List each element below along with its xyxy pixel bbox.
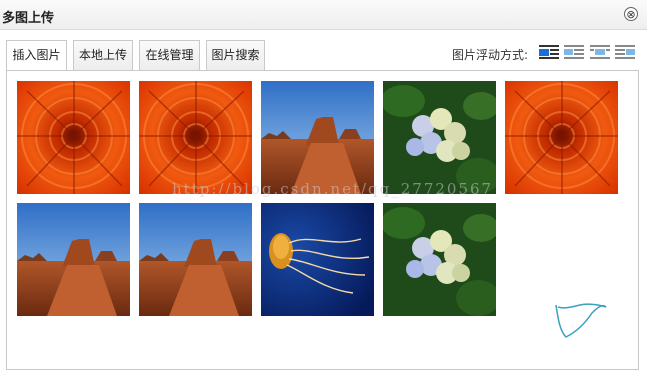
image-thumbnail[interactable] [17, 203, 130, 316]
desert-image [261, 81, 374, 194]
jellyfish-image [261, 203, 374, 316]
tab-insert-image[interactable]: 插入图片 [6, 40, 67, 71]
image-thumbnail[interactable] [383, 203, 496, 316]
align-right-icon[interactable] [615, 44, 635, 60]
multi-image-upload-dialog: 多图上传 ⊗ 插入图片 本地上传 在线管理 图片搜索 图片浮动方式: http:… [0, 0, 647, 370]
chrysanthemum-image [17, 81, 130, 194]
image-thumbnail[interactable] [505, 81, 618, 194]
hydrangeas-image [383, 81, 496, 194]
image-thumbnail[interactable] [139, 203, 252, 316]
chrysanthemum-image [505, 81, 618, 194]
desert-image [139, 203, 252, 316]
image-thumbnail[interactable] [261, 203, 374, 316]
tab-image-search[interactable]: 图片搜索 [206, 40, 265, 70]
image-thumbnail[interactable] [139, 81, 252, 194]
dialog-title: 多图上传 [2, 11, 55, 26]
align-left-icon[interactable] [564, 44, 584, 60]
scribble-mark [555, 303, 607, 338]
hydrangeas-image [383, 203, 496, 316]
tab-online-manage[interactable]: 在线管理 [139, 40, 200, 70]
float-mode-label: 图片浮动方式: [452, 48, 529, 62]
align-center-icon[interactable] [590, 44, 610, 60]
tab-local-upload[interactable]: 本地上传 [73, 40, 133, 70]
align-none-icon[interactable] [539, 44, 559, 60]
image-grid-panel [6, 70, 639, 370]
image-thumbnail[interactable] [261, 81, 374, 194]
image-thumbnail[interactable] [383, 81, 496, 194]
close-button[interactable]: ⊗ [624, 7, 638, 21]
dialog-titlebar: 多图上传 ⊗ [0, 0, 647, 30]
desert-image [17, 203, 130, 316]
chrysanthemum-image [139, 81, 252, 194]
image-thumbnail[interactable] [17, 81, 130, 194]
